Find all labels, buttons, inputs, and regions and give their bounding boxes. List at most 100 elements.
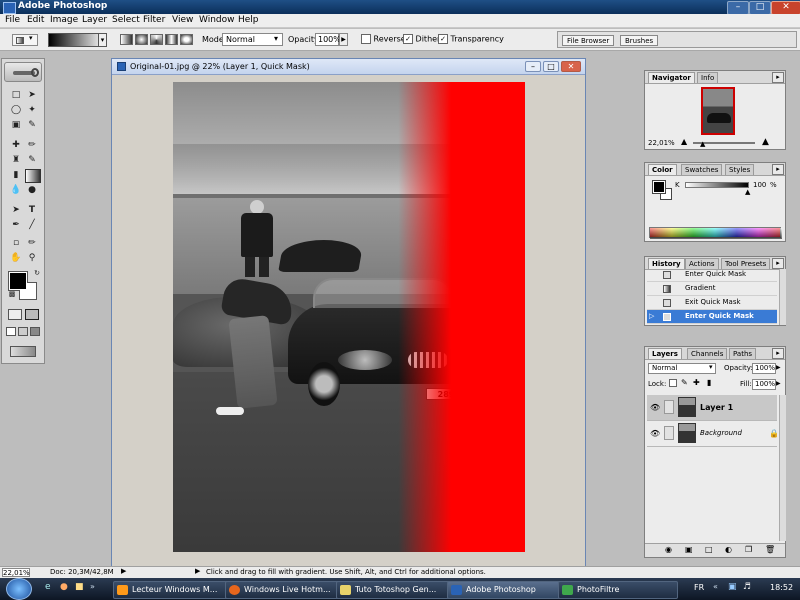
- file-browser-tab[interactable]: File Browser: [562, 35, 615, 46]
- menu-file[interactable]: File: [5, 15, 20, 25]
- layer-opacity-input[interactable]: 100%: [752, 363, 776, 374]
- tab-info[interactable]: Info: [697, 72, 719, 83]
- eyedropper-icon[interactable]: ✏: [25, 237, 39, 249]
- color-spectrum-ramp[interactable]: [649, 227, 782, 239]
- tab-channels[interactable]: Channels: [687, 348, 728, 359]
- layer-name[interactable]: Layer 1: [700, 395, 733, 420]
- zoom-out-icon[interactable]: ▲: [681, 137, 687, 146]
- eye-icon[interactable]: 👁: [650, 421, 660, 446]
- photoshop-feather-icon[interactable]: [4, 62, 42, 82]
- magic-wand-icon[interactable]: ✦: [25, 104, 39, 116]
- close-button[interactable]: ✕: [771, 1, 800, 15]
- tab-color[interactable]: Color: [648, 164, 677, 175]
- marquee-icon[interactable]: □: [9, 89, 23, 101]
- lock-move-icon[interactable]: ✚: [693, 378, 700, 387]
- color-foreground-swatch[interactable]: [652, 180, 666, 194]
- blend-mode-select[interactable]: Normal ▾: [648, 363, 716, 374]
- adjustment-layer-icon[interactable]: ◐: [725, 545, 732, 554]
- screen-mode-full-menu-icon[interactable]: [18, 327, 28, 336]
- quick-mask-mode-icon[interactable]: [25, 309, 39, 320]
- history-item-selected[interactable]: ▷ Enter Quick Mask: [647, 310, 777, 324]
- dither-checkbox[interactable]: ✓ Dither: [403, 34, 440, 44]
- jump-to-imageready-icon[interactable]: [10, 346, 36, 357]
- eye-icon[interactable]: 👁: [650, 395, 660, 420]
- menu-image[interactable]: Image: [50, 15, 78, 25]
- opacity-slider-arrow[interactable]: ▶: [776, 364, 781, 371]
- pen-icon[interactable]: ✒: [9, 219, 23, 231]
- tab-layers[interactable]: Layers: [648, 348, 682, 359]
- tray-expand-icon[interactable]: «: [713, 582, 718, 591]
- taskbar-item-photofiltre[interactable]: PhotoFiltre: [558, 581, 678, 599]
- layer-link-slot[interactable]: [664, 400, 674, 414]
- brushes-tab[interactable]: Brushes: [620, 35, 659, 46]
- taskbar-item-tuto[interactable]: Tuto Totoshop Gen...: [336, 581, 459, 599]
- layer-mask-icon[interactable]: ▣: [685, 545, 693, 554]
- transparency-checkbox[interactable]: ✓ Transparency: [438, 34, 504, 44]
- layer-style-icon[interactable]: ◉: [665, 545, 672, 554]
- lock-all-icon[interactable]: ▮: [707, 378, 711, 387]
- clock[interactable]: 18:52: [770, 583, 793, 592]
- menu-window[interactable]: Window: [199, 15, 235, 25]
- document-minimize-button[interactable]: –: [525, 61, 541, 72]
- screen-mode-full-icon[interactable]: [30, 327, 40, 336]
- panel-menu-button[interactable]: ▸: [772, 72, 784, 83]
- linear-gradient-icon[interactable]: [120, 34, 133, 45]
- lock-paint-icon[interactable]: ✎: [681, 378, 688, 387]
- dither-checkbox-box[interactable]: ✓: [403, 34, 413, 44]
- tab-paths[interactable]: Paths: [729, 348, 757, 359]
- radial-gradient-icon[interactable]: [135, 34, 148, 45]
- layer-row-background[interactable]: 👁 Background 🔒: [647, 421, 779, 447]
- swap-colors-icon[interactable]: ↻: [30, 267, 44, 279]
- lasso-icon[interactable]: ◯: [9, 104, 23, 116]
- history-item[interactable]: Exit Quick Mask: [647, 296, 777, 310]
- hand-icon[interactable]: ✋: [9, 252, 23, 264]
- trash-icon[interactable]: 🗑: [765, 545, 775, 554]
- zoom-in-icon[interactable]: ▲: [762, 137, 769, 147]
- navigator-zoom-value[interactable]: 22,01%: [648, 139, 675, 147]
- new-layer-icon[interactable]: ❐: [745, 545, 752, 554]
- layers-scrollbar[interactable]: [779, 395, 786, 541]
- quicklaunch-firefox-icon[interactable]: ●: [60, 582, 68, 592]
- tab-swatches[interactable]: Swatches: [681, 164, 723, 175]
- brush-icon[interactable]: ✏: [25, 139, 39, 151]
- healing-brush-icon[interactable]: ✚: [9, 139, 23, 151]
- fill-slider-arrow[interactable]: ▶: [776, 380, 781, 387]
- type-icon[interactable]: T: [25, 204, 39, 216]
- menu-edit[interactable]: Edit: [27, 15, 44, 25]
- notes-icon[interactable]: ▫: [9, 237, 23, 249]
- eraser-icon[interactable]: ▮: [9, 169, 23, 181]
- transparency-checkbox-box[interactable]: ✓: [438, 34, 448, 44]
- menu-layer[interactable]: Layer: [82, 15, 107, 25]
- taskbar-item-hotmail[interactable]: Windows Live Hotm...: [225, 581, 348, 599]
- opacity-input[interactable]: 100%: [315, 33, 341, 46]
- foreground-color-swatch-top[interactable]: [9, 272, 27, 290]
- tab-navigator[interactable]: Navigator: [648, 72, 695, 83]
- standard-mode-icon[interactable]: [8, 309, 22, 320]
- reverse-checkbox[interactable]: Reverse: [361, 34, 406, 44]
- color-channel-slider[interactable]: [685, 182, 749, 188]
- document-close-button[interactable]: ✕: [561, 61, 581, 72]
- volume-icon[interactable]: ♬: [743, 582, 751, 592]
- zoom-slider-handle[interactable]: ▲: [700, 140, 705, 148]
- network-icon[interactable]: ▣: [728, 582, 737, 592]
- minimize-button[interactable]: –: [727, 1, 749, 15]
- taskbar-item-media-player[interactable]: Lecteur Windows M...: [113, 581, 233, 599]
- color-slider-handle[interactable]: ▲: [745, 188, 750, 196]
- tab-styles[interactable]: Styles: [725, 164, 755, 175]
- quicklaunch-more-icon[interactable]: »: [90, 582, 95, 591]
- layer-row-layer-1[interactable]: 👁 Layer 1: [647, 395, 777, 421]
- line-icon[interactable]: ╱: [25, 219, 39, 231]
- layer-set-icon[interactable]: □: [705, 545, 713, 554]
- lock-transparency-icon[interactable]: [669, 379, 677, 387]
- maximize-button[interactable]: □: [749, 1, 771, 15]
- gradient-picker-arrow[interactable]: ▾: [98, 33, 107, 47]
- clone-stamp-icon[interactable]: ♜: [9, 154, 23, 166]
- status-info-arrow[interactable]: ▶: [121, 566, 126, 577]
- blur-icon[interactable]: 💧: [9, 184, 23, 196]
- taskbar-item-photoshop[interactable]: Adobe Photoshop: [447, 581, 570, 599]
- diamond-gradient-icon[interactable]: [180, 34, 193, 45]
- status-zoom-input[interactable]: 22,01%: [2, 568, 30, 577]
- reverse-checkbox-box[interactable]: [361, 34, 371, 44]
- quicklaunch-ie-icon[interactable]: e: [45, 582, 51, 592]
- dodge-icon[interactable]: ●: [25, 184, 39, 196]
